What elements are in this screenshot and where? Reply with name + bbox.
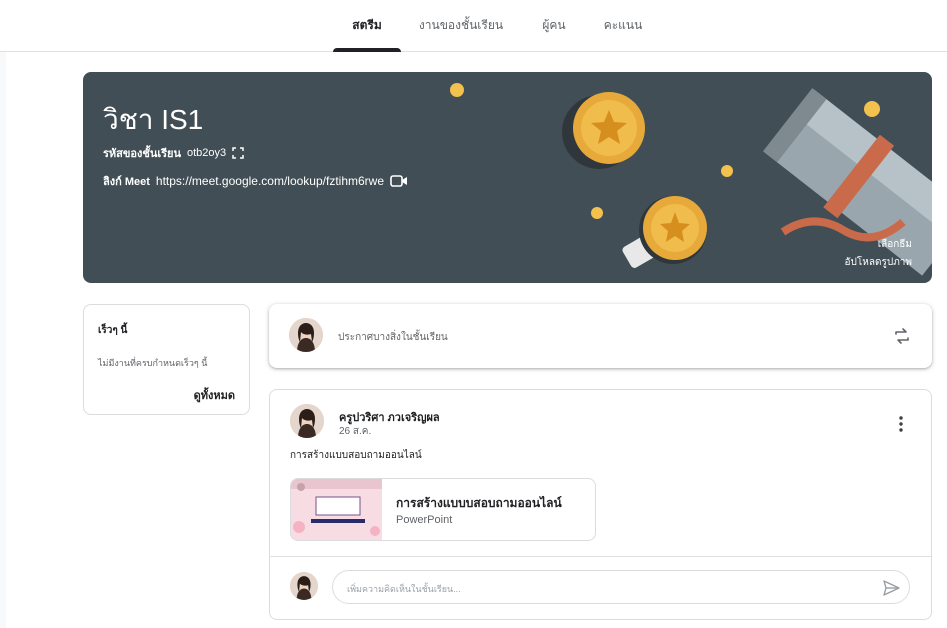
select-theme-link[interactable]: เลือกธีม [878,237,912,252]
comment-input[interactable]: เพิ่มความคิดเห็นในชั้นเรียน... [332,570,910,604]
course-banner: วิชา IS1 รหัสของชั้นเรียน otb2oy3 ลิงก์ … [83,72,932,283]
upload-photo-link[interactable]: อัปโหลดรูปภาพ [845,255,912,270]
class-code-label: รหัสของชั้นเรียน [103,148,181,160]
send-icon[interactable] [881,578,901,598]
attachment-card[interactable]: การสร้างแบบบสอบถามออนไลน์ PowerPoint [290,478,596,541]
attachment-title: การสร้างแบบบสอบถามออนไลน์ [396,496,562,510]
video-camera-icon[interactable] [390,174,408,188]
top-navigation: สตรีม งานของชั้นเรียน ผู้คน คะแนน [0,0,947,52]
upcoming-title: เร็วๆ นี้ [98,325,128,336]
avatar [289,318,323,352]
upcoming-empty-text: ไม่มีงานที่ครบกำหนดเร็วๆ นี้ [98,358,208,368]
meet-link-url[interactable]: https://meet.google.com/lookup/fztihm6rw… [156,174,384,188]
tab-stream[interactable]: สตรีม [333,0,401,52]
meet-link-label: ลิงก์ Meet [103,176,150,188]
fullscreen-icon[interactable] [232,147,244,159]
meet-link-row: ลิงก์ Meet https://meet.google.com/looku… [103,172,408,190]
announce-placeholder: ประกาศบางสิ่งในชั้นเรียน [338,332,448,343]
course-title: วิชา IS1 [103,104,204,135]
tab-classwork[interactable]: งานของชั้นเรียน [408,0,514,51]
attachment-type: PowerPoint [396,514,453,526]
class-code-value: otb2oy3 [187,147,227,159]
post-card: ครูปวริศา ภวเจริญผล 26 ส.ค. การสร้างแบบส… [269,389,932,620]
repost-icon[interactable] [892,326,912,351]
more-vert-icon[interactable] [889,412,913,436]
left-edge [0,52,6,628]
attachment-thumbnail [291,479,382,540]
announce-box[interactable]: ประกาศบางสิ่งในชั้นเรียน [269,304,932,368]
tab-people[interactable]: ผู้คน [532,0,576,51]
post-text: การสร้างแบบสอบถามออนไลน์ [290,450,422,461]
divider [270,556,931,557]
avatar [290,404,324,438]
upcoming-card: เร็วๆ นี้ ไม่มีงานที่ครบกำหนดเร็วๆ นี้ ด… [83,304,250,415]
view-all-link[interactable]: ดูทั้งหมด [194,386,235,404]
post-date: 26 ส.ค. [339,426,372,437]
class-code-row: รหัสของชั้นเรียน otb2oy3 [103,144,244,162]
avatar [290,572,318,600]
tab-grades[interactable]: คะแนน [592,0,654,51]
comment-placeholder: เพิ่มความคิดเห็นในชั้นเรียน... [347,584,461,594]
